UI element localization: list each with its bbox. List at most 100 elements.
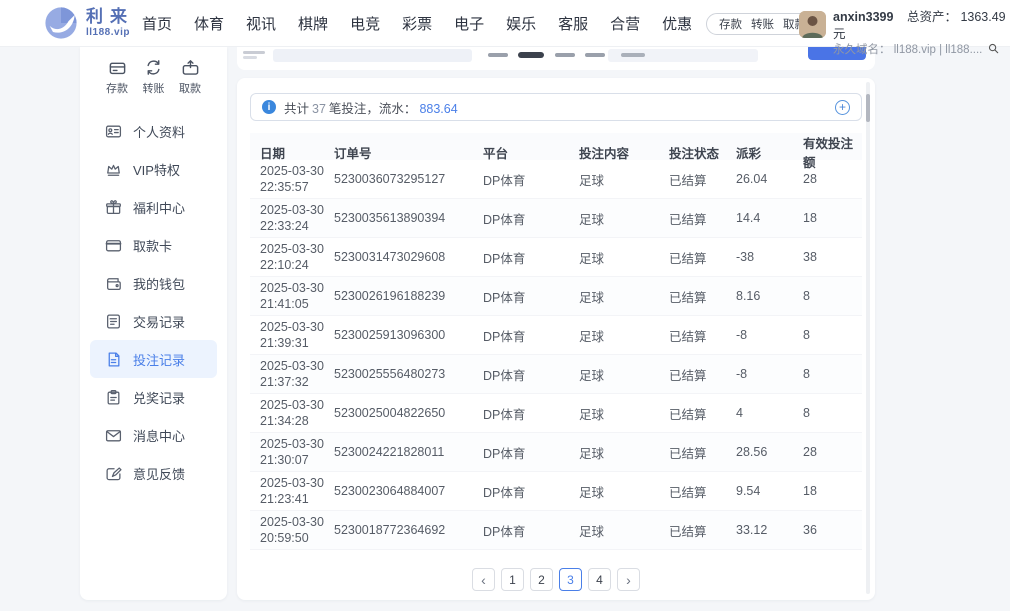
brand-logo[interactable]: 利来 ll188.vip	[44, 6, 134, 40]
cell-payout: 28.56	[736, 445, 803, 459]
nav-item-5[interactable]: 电竞	[350, 13, 380, 34]
nav-item-6[interactable]: 彩票	[402, 13, 432, 34]
quick-action-deposit[interactable]: 存款	[100, 58, 134, 96]
cell-valid-amount: 8	[803, 406, 862, 420]
column-header-6: 派彩	[736, 143, 803, 162]
cell-platform: DP体育	[483, 365, 579, 384]
cell-order: 5230024221828011	[334, 445, 483, 459]
crown-icon	[105, 161, 122, 178]
nav-item-2[interactable]: 体育	[194, 13, 224, 34]
cell-status: 已结算	[669, 365, 736, 384]
nav-item-3[interactable]: 视讯	[246, 13, 276, 34]
bet-count: 37	[312, 102, 326, 116]
brand-domain: ll188.vip	[86, 27, 134, 38]
pill-action-1[interactable]: 存款	[719, 16, 742, 32]
filter-input-cropped[interactable]	[273, 49, 472, 62]
gift-icon	[105, 199, 122, 216]
pagination-page-2[interactable]: 2	[530, 568, 553, 591]
wallet-icon	[105, 275, 122, 292]
cell-content: 足球	[579, 443, 669, 462]
nav-item-4[interactable]: 棋牌	[298, 13, 328, 34]
scrollbar-thumb[interactable]	[866, 94, 870, 122]
nav-item-9[interactable]: 客服	[558, 13, 588, 34]
bet-records-panel: i 共计37笔投注，流水：883.64 + 日期订单号平台投注内容投注状态派彩有…	[237, 78, 875, 600]
pagination-page-1[interactable]: 1	[501, 568, 524, 591]
pagination-page-4[interactable]: 4	[588, 568, 611, 591]
user-info[interactable]: anxin3399 总资产： 1363.49元 永久域名： ll188.vip …	[799, 9, 1010, 59]
column-header-7: 有效投注额	[803, 133, 862, 171]
transfer-icon	[144, 58, 163, 77]
cell-content: 足球	[579, 404, 669, 423]
summary-text: 共计37笔投注，流水：883.64	[284, 98, 458, 117]
cell-payout: -8	[736, 367, 803, 381]
cell-platform: DP体育	[483, 521, 579, 540]
sidebar-item-feedback[interactable]: 意见反馈	[90, 454, 217, 492]
cell-payout: -38	[736, 250, 803, 264]
pagination-next[interactable]: ›	[617, 568, 640, 591]
sidebar-item-vip[interactable]: VIP特权	[90, 150, 217, 188]
table-row: 2025-03-3021:37:325230025556480273DP体育足球…	[250, 355, 862, 394]
filter-select-text-cropped	[621, 53, 645, 57]
nav-item-11[interactable]: 优惠	[662, 13, 692, 34]
nav-item-10[interactable]: 合营	[610, 13, 640, 34]
sidebar-item-trade[interactable]: 交易记录	[90, 302, 217, 340]
cell-payout: 9.54	[736, 484, 803, 498]
column-header-3: 平台	[483, 143, 579, 162]
cell-date: 2025-03-3021:41:05	[260, 280, 334, 313]
table-row: 2025-03-3022:10:245230031473029608DP体育足球…	[250, 238, 862, 277]
sidebar-item-label: 个人资料	[133, 122, 185, 141]
column-header-2: 订单号	[334, 143, 483, 162]
filter-label-cropped	[243, 51, 265, 54]
avatar-photo	[799, 11, 826, 38]
edit-note-icon	[105, 465, 122, 482]
quick-action-transfer[interactable]: 转账	[137, 58, 171, 96]
cell-valid-amount: 8	[803, 328, 862, 342]
sidebar-item-label: VIP特权	[133, 160, 180, 179]
filter-option-cropped[interactable]	[488, 53, 508, 57]
clipboard-icon	[105, 389, 122, 406]
cell-status: 已结算	[669, 404, 736, 423]
filter-option-cropped[interactable]	[518, 52, 544, 58]
page: 利来 ll188.vip 首页体育视讯棋牌电竞彩票电子娱乐客服合营优惠APP 存…	[0, 0, 1010, 611]
sidebar-item-label: 意见反馈	[133, 464, 185, 483]
sidebar-item-profile[interactable]: 个人资料	[90, 112, 217, 150]
sidebar-item-welfare[interactable]: 福利中心	[90, 188, 217, 226]
summary-bar: i 共计37笔投注，流水：883.64 +	[250, 93, 862, 121]
filter-option-cropped[interactable]	[585, 53, 605, 57]
assets-label: 总资产：	[907, 10, 957, 24]
sidebar-item-message[interactable]: 消息中心	[90, 416, 217, 454]
cell-order: 5230025004822650	[334, 406, 483, 420]
quick-action-withdraw[interactable]: 取款	[173, 58, 207, 96]
avatar[interactable]	[799, 11, 826, 38]
cell-content: 足球	[579, 248, 669, 267]
nav-item-8[interactable]: 娱乐	[506, 13, 536, 34]
id-card-icon	[105, 123, 122, 140]
search-icon[interactable]	[988, 43, 999, 60]
sidebar-item-redeem[interactable]: 兑奖记录	[90, 378, 217, 416]
cell-date: 2025-03-3020:59:50	[260, 514, 334, 547]
cell-platform: DP体育	[483, 209, 579, 228]
filter-option-cropped[interactable]	[555, 53, 575, 57]
sidebar-item-card[interactable]: 取款卡	[90, 226, 217, 264]
brand-logo-icon	[44, 6, 78, 40]
sidebar-item-wallet[interactable]: 我的钱包	[90, 264, 217, 302]
cell-date: 2025-03-3021:34:28	[260, 397, 334, 430]
quick-action-label: 转账	[143, 80, 165, 96]
nav-item-7[interactable]: 电子	[454, 13, 484, 34]
list-doc-icon	[105, 313, 122, 330]
filter-bar-cropped	[237, 47, 875, 70]
scrollbar-track[interactable]	[866, 82, 870, 594]
cell-status: 已结算	[669, 482, 736, 501]
cell-date: 2025-03-3022:33:24	[260, 202, 334, 235]
table-row: 2025-03-3021:30:075230024221828011DP体育足球…	[250, 433, 862, 472]
cell-platform: DP体育	[483, 170, 579, 189]
sidebar-item-label: 取款卡	[133, 236, 172, 255]
nav-item-1[interactable]: 首页	[142, 13, 172, 34]
sidebar-item-bet[interactable]: 投注记录	[90, 340, 217, 378]
pagination-page-3[interactable]: 3	[559, 568, 582, 591]
pagination-prev[interactable]: ‹	[472, 568, 495, 591]
sidebar-item-label: 兑奖记录	[133, 388, 185, 407]
cell-payout: 4	[736, 406, 803, 420]
pill-action-2[interactable]: 转账	[751, 16, 774, 32]
plus-circle-icon[interactable]: +	[835, 100, 850, 115]
